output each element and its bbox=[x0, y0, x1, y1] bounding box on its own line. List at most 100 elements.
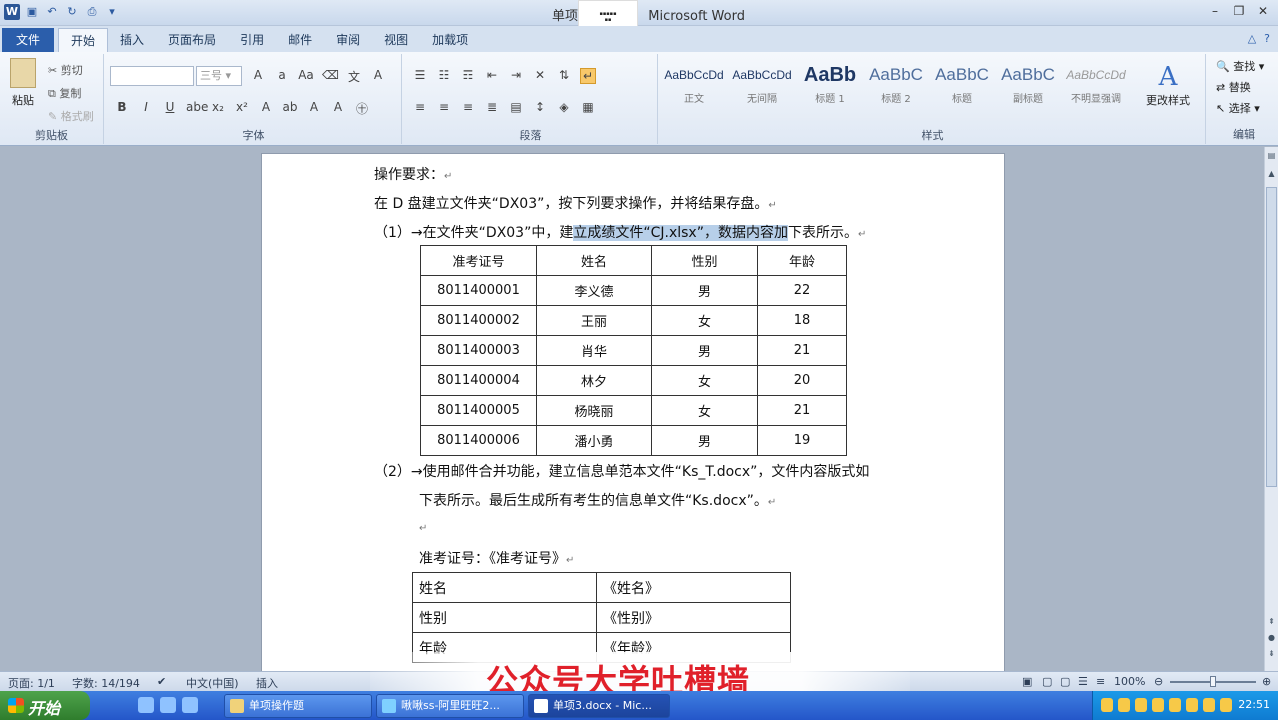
table-cell[interactable]: 18 bbox=[757, 305, 847, 336]
table-cell[interactable]: 姓名 bbox=[412, 572, 597, 603]
character-shading-icon[interactable]: A bbox=[330, 100, 346, 117]
customize-qat-icon[interactable]: ▾ bbox=[104, 4, 120, 20]
table-cell[interactable]: 8011400003 bbox=[420, 335, 537, 366]
table-cell[interactable]: 王丽 bbox=[536, 305, 652, 336]
table-cell[interactable]: 潘小勇 bbox=[536, 425, 652, 456]
chinese-layout-icon[interactable]: ✕ bbox=[532, 68, 548, 84]
start-button[interactable]: 开始 bbox=[0, 691, 90, 720]
scroll-up-icon[interactable]: ▲ bbox=[1265, 169, 1278, 182]
table-cell[interactable]: 21 bbox=[757, 395, 847, 426]
zoom-in-icon[interactable]: ⊕ bbox=[1262, 675, 1271, 688]
table-cell[interactable]: 女 bbox=[651, 395, 758, 426]
change-styles-button[interactable]: A 更改样式 bbox=[1138, 62, 1198, 108]
minimize-button[interactable]: – bbox=[1206, 3, 1224, 19]
table-cell[interactable]: 女 bbox=[651, 365, 758, 396]
change-case-icon[interactable]: Aa bbox=[298, 68, 314, 85]
word-count[interactable]: 字数: 14/194 bbox=[72, 675, 140, 691]
print-preview-icon[interactable]: ⎙ bbox=[84, 4, 100, 20]
table-header-cell[interactable]: 准考证号 bbox=[420, 245, 537, 276]
tray-app-icon[interactable] bbox=[1203, 698, 1215, 712]
style-heading-2[interactable]: AaBbC 标题 2 bbox=[864, 60, 928, 106]
copy-button[interactable]: ⧉ 复制 bbox=[48, 85, 81, 101]
language-indicator[interactable]: 中文(中国) bbox=[186, 675, 239, 691]
style-heading-1[interactable]: AaBb 标题 1 bbox=[798, 60, 862, 106]
tray-app-icon[interactable] bbox=[1220, 698, 1232, 712]
media-player-icon[interactable] bbox=[160, 697, 176, 713]
clear-format-icon[interactable]: ⌫ bbox=[322, 68, 339, 85]
font-size-combo[interactable]: 三号 ▾ bbox=[196, 66, 242, 86]
align-left-icon[interactable]: ≡ bbox=[412, 100, 428, 114]
decrease-indent-icon[interactable]: ⇤ bbox=[484, 68, 500, 84]
tab-home[interactable]: 开始 bbox=[58, 28, 109, 52]
tray-app-icon[interactable] bbox=[1186, 698, 1198, 712]
show-marks-icon[interactable]: ↵ bbox=[580, 68, 596, 84]
sort-icon[interactable]: ⇅ bbox=[556, 68, 572, 84]
tab-addins[interactable]: 加载项 bbox=[420, 28, 480, 52]
tab-mailings[interactable]: 邮件 bbox=[276, 28, 324, 52]
font-name-combo[interactable] bbox=[110, 66, 194, 86]
previous-page-icon[interactable]: ⇞ bbox=[1265, 617, 1278, 630]
show-desktop-icon[interactable] bbox=[182, 697, 198, 713]
info-template-table[interactable]: 姓名 《姓名》 性别 《性别》 年龄 《年龄》 bbox=[412, 572, 791, 663]
close-button[interactable]: ✕ bbox=[1254, 3, 1272, 19]
vertical-scrollbar[interactable]: ▤ ▲ ⇞ ● ⇟ bbox=[1264, 147, 1278, 671]
ie-icon[interactable] bbox=[138, 697, 154, 713]
insert-mode-indicator[interactable]: 插入 bbox=[256, 675, 278, 691]
find-button[interactable]: 🔍 查找 ▾ bbox=[1216, 58, 1264, 74]
undo-icon[interactable]: ↶ bbox=[44, 4, 60, 20]
table-cell[interactable]: 20 bbox=[757, 365, 847, 396]
tab-page-layout[interactable]: 页面布局 bbox=[156, 28, 228, 52]
table-cell[interactable]: 21 bbox=[757, 335, 847, 366]
document-page[interactable]: 操作要求：↵ 在 D 盘建立文件夹“DX03”，按下列要求操作，并将结果存盘。↵… bbox=[261, 153, 1005, 671]
tray-app-icon[interactable] bbox=[1101, 698, 1113, 712]
tab-view[interactable]: 视图 bbox=[372, 28, 420, 52]
borders-icon[interactable]: ▦ bbox=[580, 100, 596, 114]
table-cell[interactable]: 19 bbox=[757, 425, 847, 456]
table-cell[interactable]: 林夕 bbox=[536, 365, 652, 396]
enclose-characters-icon[interactable]: ㊉ bbox=[354, 100, 370, 117]
redo-icon[interactable]: ↻ bbox=[64, 4, 80, 20]
shrink-font-icon[interactable]: a bbox=[274, 68, 290, 85]
page-count[interactable]: 页面: 1/1 bbox=[8, 675, 55, 691]
numbering-icon[interactable]: ☷ bbox=[436, 68, 452, 84]
outline-view-icon[interactable]: ☰ bbox=[1078, 675, 1088, 688]
underline-icon[interactable]: U bbox=[162, 100, 178, 117]
tab-review[interactable]: 审阅 bbox=[324, 28, 372, 52]
table-cell[interactable]: 男 bbox=[651, 335, 758, 366]
table-cell[interactable]: 男 bbox=[651, 275, 758, 306]
paste-button[interactable]: 粘贴 bbox=[8, 58, 38, 108]
style-subtitle[interactable]: AaBbC 副标题 bbox=[996, 60, 1060, 106]
zoom-level[interactable]: 100% bbox=[1114, 675, 1145, 688]
table-cell[interactable]: 22 bbox=[757, 275, 847, 306]
tab-file[interactable]: 文件 bbox=[2, 28, 55, 52]
merge-field-cell[interactable]: 《姓名》 bbox=[596, 572, 791, 603]
tab-references[interactable]: 引用 bbox=[228, 28, 276, 52]
proofing-icon[interactable]: ✔ bbox=[157, 675, 166, 688]
taskbar-item-word[interactable]: 单项3.docx - Mic... bbox=[528, 694, 670, 718]
tray-app-icon[interactable] bbox=[1169, 698, 1181, 712]
align-center-icon[interactable]: ≡ bbox=[436, 100, 452, 114]
multilevel-list-icon[interactable]: ☶ bbox=[460, 68, 476, 84]
clock[interactable]: 22:51 bbox=[1238, 698, 1270, 711]
table-cell[interactable]: 8011400004 bbox=[420, 365, 537, 396]
maximize-button[interactable]: ❐ bbox=[1230, 3, 1248, 19]
style-subtle-emphasis[interactable]: AaBbCcDd 不明显强调 bbox=[1064, 60, 1128, 106]
grow-font-icon[interactable]: A bbox=[250, 68, 266, 85]
table-cell[interactable]: 肖华 bbox=[536, 335, 652, 366]
tab-insert[interactable]: 插入 bbox=[108, 28, 156, 52]
style-normal[interactable]: AaBbCcDd 正文 bbox=[662, 60, 726, 106]
text-effects-icon[interactable]: A bbox=[258, 100, 274, 117]
table-cell[interactable]: 女 bbox=[651, 305, 758, 336]
next-page-icon[interactable]: ⇟ bbox=[1265, 649, 1278, 662]
select-button[interactable]: ↖ 选择 ▾ bbox=[1216, 100, 1260, 116]
browse-object-icon[interactable]: ● bbox=[1265, 633, 1278, 646]
selected-text[interactable]: 立成绩文件“CJ.xlsx”，数据内容加 bbox=[573, 225, 788, 241]
ruler-toggle-icon[interactable]: ▤ bbox=[1265, 151, 1278, 164]
zoom-out-icon[interactable]: ⊖ bbox=[1154, 675, 1163, 688]
minimize-ribbon-icon[interactable]: △ bbox=[1248, 32, 1256, 45]
replace-button[interactable]: ⇄ 替换 bbox=[1216, 79, 1251, 95]
cut-button[interactable]: ✂ 剪切 bbox=[48, 62, 83, 78]
format-painter-button[interactable]: ✎ 格式刷 bbox=[48, 108, 94, 124]
style-no-spacing[interactable]: AaBbCcDd 无间隔 bbox=[730, 60, 794, 106]
highlight-icon[interactable]: ab bbox=[282, 100, 298, 117]
